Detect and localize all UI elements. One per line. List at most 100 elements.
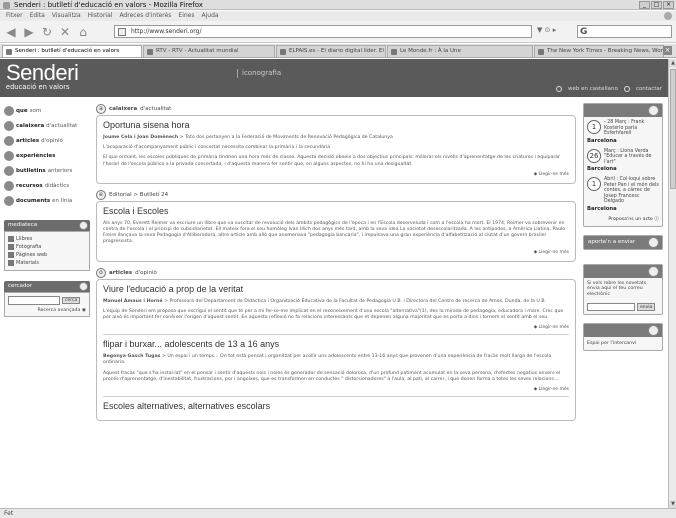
send-header[interactable]: aporta'n a enviar xyxy=(584,235,662,249)
tab-lemonde[interactable]: Le Monde.fr : À la Une xyxy=(387,45,533,57)
search-button[interactable]: cerca xyxy=(62,297,81,304)
mediateca-item[interactable]: Pàgines web xyxy=(8,251,86,259)
nav-item-experiencies[interactable]: experiències xyxy=(4,148,90,163)
article-byline: Joume Cela i Joan Domènech > Toto dos pe… xyxy=(103,135,569,141)
maximize-button[interactable]: □ xyxy=(651,1,662,9)
tab-close-icon[interactable]: × xyxy=(663,46,672,55)
article-title[interactable]: Escoles alternatives, alternatives escol… xyxy=(103,401,569,411)
search-input[interactable] xyxy=(8,296,60,305)
site-header: Senderi educació en valors iconografia w… xyxy=(0,59,668,97)
agenda-day: 1 xyxy=(587,177,601,191)
nav-item-calaixera[interactable]: calaixera d'actualitat xyxy=(4,118,90,133)
nav-bullet-icon xyxy=(4,120,14,131)
mediateca-item[interactable]: Materials xyxy=(8,259,86,267)
tab-rtv[interactable]: RTV - RTV - Actualitat mundial xyxy=(143,45,275,57)
menu-bookmarks[interactable]: Adreces d'interès xyxy=(119,11,171,21)
link-contact[interactable]: contactar xyxy=(636,86,662,92)
mediateca-item[interactable]: Fotografia xyxy=(8,243,86,251)
section-label: d'opinió xyxy=(135,269,157,276)
header-section-label: iconografia xyxy=(237,69,281,78)
nav-item-recursos[interactable]: recursos didàctics xyxy=(4,178,90,193)
section-header: o articles d'opinió xyxy=(96,267,576,279)
agenda-item[interactable]: 26 Març : Llona Verda "Educar a través de… xyxy=(584,146,662,169)
mediateca-title: mediateca xyxy=(8,222,38,228)
nav-bullet-icon xyxy=(4,150,14,161)
article-author: Manuel Amaus i Horné xyxy=(103,298,163,304)
section-header: e Editorial > Butlletí 24 xyxy=(96,189,576,201)
mediateca-header: mediateca xyxy=(4,220,90,231)
article-title[interactable]: Viure l'educació a prop de la veritat xyxy=(103,284,569,294)
agenda-header xyxy=(584,104,662,117)
menu-history[interactable]: Historial xyxy=(88,11,113,21)
nav-item-articles[interactable]: articles d'opinió xyxy=(4,133,90,148)
stop-icon[interactable]: ✕ xyxy=(58,25,72,39)
link-castellano[interactable]: web en castellano xyxy=(568,86,618,92)
section-editorial: e Editorial > Butlletí 24 Escola i Escole… xyxy=(96,189,576,262)
read-more-link[interactable]: Llegir-ne més xyxy=(103,250,569,255)
nav-item-butlletins[interactable]: butlletins anteriors xyxy=(4,163,90,178)
firefox-icon xyxy=(3,2,10,9)
menu-edit[interactable]: Edita xyxy=(30,11,45,21)
search-box[interactable]: G xyxy=(577,25,672,38)
advanced-search-link[interactable]: Recerca avançada ◉ xyxy=(8,308,86,313)
book-icon xyxy=(8,236,14,242)
minimize-button[interactable]: _ xyxy=(639,1,650,9)
mediateca-label: Fotografia xyxy=(16,244,42,250)
read-more-link[interactable]: Llegir-ne més xyxy=(103,387,569,392)
go-icon[interactable]: ▼ ⊙ ▸ xyxy=(537,26,556,34)
nav-label: anteriors xyxy=(47,167,73,174)
mail-icon xyxy=(623,86,630,92)
scroll-down-icon[interactable]: ▼ xyxy=(669,500,676,508)
site-logo[interactable]: Senderi educació en valors xyxy=(6,61,79,92)
exchange-header xyxy=(584,324,662,337)
nav-bullet-icon xyxy=(4,105,14,116)
nav-item-documents[interactable]: documents en línia xyxy=(4,193,90,208)
close-button[interactable]: × xyxy=(663,1,674,9)
browser-window: Senderi : butlletí d'educació en valors … xyxy=(0,0,676,518)
article-title[interactable]: Escola i Escoles xyxy=(103,206,569,216)
nav-label: d'opinió xyxy=(41,137,63,144)
section-label-bold: calaixera xyxy=(109,106,138,112)
send-email-button[interactable]: envia xyxy=(637,303,656,311)
menu-help[interactable]: Ajuda xyxy=(202,11,219,21)
home-icon[interactable]: ⌂ xyxy=(76,25,90,39)
forward-icon[interactable]: ▶ xyxy=(22,25,36,39)
section-icon: a xyxy=(96,104,106,114)
newsletter-box: Si vols rebre les novetats envia aquí el… xyxy=(583,263,663,315)
window-titlebar: Senderi : butlletí d'educació en valors … xyxy=(0,0,676,10)
agenda-text: - 28 Març : Frank Kosterio parla Esferhf… xyxy=(604,120,645,136)
article-title[interactable]: flipar i burxar... adolescents de 13 a 1… xyxy=(103,339,569,349)
agenda-item[interactable]: 1- 28 Març : Frank Kosterio parla Esferh… xyxy=(584,117,662,140)
mediateca-label: Materials xyxy=(16,260,39,266)
exchange-box: Espai per l'intercanvi xyxy=(583,323,663,351)
exchange-text[interactable]: Espai per l'intercanvi xyxy=(584,337,662,350)
page-icon xyxy=(118,28,126,36)
scroll-up-icon[interactable]: ▲ xyxy=(669,59,676,67)
agenda-item[interactable]: 1 Abril : Col·loqui sobre Peter Pan i el … xyxy=(584,174,662,208)
tab-nytimes[interactable]: The New York Times - Breaking News, Worl… xyxy=(534,45,664,57)
mediateca-item[interactable]: Llibres xyxy=(8,235,86,243)
article-title[interactable]: Oportuna sisena hora xyxy=(103,120,569,130)
article-body: L'equip de Senderi em proposa que escrig… xyxy=(103,308,564,321)
article-byline-text: > Toto dos pertanyen a la Federació de M… xyxy=(178,135,393,140)
nav-label-bold: que xyxy=(16,107,28,114)
menu-view[interactable]: Visualitza xyxy=(52,11,81,21)
main-content: a calaixera d'actualitat Oportuna sisena … xyxy=(96,103,576,426)
email-input[interactable] xyxy=(587,303,635,311)
web-icon xyxy=(8,252,14,258)
propose-event-link[interactable]: Proposa'ns un acte ⓘ xyxy=(584,214,662,226)
read-more-link[interactable]: Llegir-ne més xyxy=(103,172,569,177)
tab-senderi[interactable]: Senderi : butlletí d'educació en valors xyxy=(2,45,142,57)
tab-elpais[interactable]: ELPAIS.es - El diario digital líder. El … xyxy=(276,45,386,57)
nav-item-que-som[interactable]: que som xyxy=(4,103,90,118)
reload-icon[interactable]: ↻ xyxy=(40,25,54,39)
menu-tools[interactable]: Eines xyxy=(178,11,194,21)
scroll-thumb[interactable] xyxy=(670,69,676,189)
article-card: Viure l'educació a prop de la veritat Ma… xyxy=(96,278,576,422)
back-icon[interactable]: ◀ xyxy=(4,25,18,39)
menu-file[interactable]: Fitxer xyxy=(6,11,23,21)
page-scrollbar[interactable]: ▲ ▼ xyxy=(668,59,676,508)
url-bar[interactable]: http://www.senderi.org/ xyxy=(114,25,532,38)
read-more-link[interactable]: Llegir-ne més xyxy=(103,325,569,330)
article-divider xyxy=(103,334,569,336)
